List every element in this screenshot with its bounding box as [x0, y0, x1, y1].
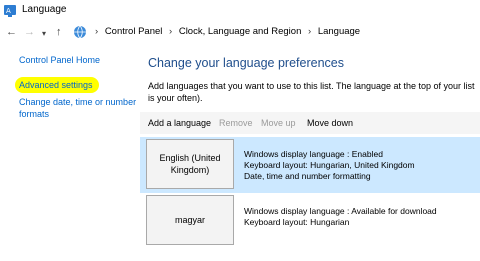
page-description: Add languages that you want to use to th… — [148, 81, 475, 103]
advanced-settings-link[interactable]: Advanced settings — [15, 77, 99, 93]
move-up-button[interactable]: Move up — [261, 117, 296, 129]
breadcrumb-clock-language-region[interactable]: Clock, Language and Region — [179, 26, 302, 37]
chevron-right-icon[interactable]: › — [95, 26, 98, 37]
language-button-magyar[interactable]: magyar — [146, 195, 234, 245]
display-language-status: Windows display language : Available for… — [244, 206, 437, 216]
language-button-english[interactable]: English (United Kingdom) — [146, 139, 234, 189]
language-location-icon — [74, 25, 86, 39]
sidebar: Control Panel Home Advanced settings Cha… — [0, 42, 140, 261]
up-arrow-icon[interactable]: ↑ — [56, 24, 62, 40]
language-row-english[interactable]: English (United Kingdom) Windows display… — [140, 137, 480, 193]
language-app-icon: A — [4, 5, 16, 17]
recent-locations-chevron-icon[interactable]: ▾ — [42, 26, 46, 42]
remove-button[interactable]: Remove — [219, 117, 253, 129]
breadcrumb-language[interactable]: Language — [318, 26, 360, 37]
breadcrumb-control-panel[interactable]: Control Panel — [105, 26, 163, 37]
chevron-right-icon[interactable]: › — [308, 26, 311, 37]
language-toolbar: Add a language Remove Move up Move down — [140, 112, 480, 134]
move-down-button[interactable]: Move down — [307, 117, 353, 129]
language-name: magyar — [174, 215, 205, 225]
add-language-button[interactable]: Add a language — [148, 117, 211, 129]
control-panel-home-link[interactable]: Control Panel Home — [19, 54, 100, 66]
language-details: Windows display language : Available for… — [244, 206, 437, 228]
forward-arrow-icon[interactable]: → — [24, 24, 35, 40]
main-content: Change your language preferences Add lan… — [140, 42, 480, 261]
language-details: Windows display language : Enabled Keybo… — [244, 149, 415, 182]
page-title: Change your language preferences — [148, 56, 344, 70]
title-bar: A Language — [0, 0, 480, 22]
keyboard-layout: Keyboard layout: Hungarian — [244, 217, 350, 227]
formatting-info: Date, time and number formatting — [244, 171, 371, 181]
address-bar: ← → ▾ ↑ › Control Panel › Clock, Languag… — [0, 22, 480, 42]
language-row-magyar[interactable]: magyar Windows display language : Availa… — [140, 193, 480, 249]
display-language-status: Windows display language : Enabled — [244, 149, 383, 159]
breadcrumb: › Control Panel › Clock, Language and Re… — [91, 25, 360, 39]
back-arrow-icon[interactable]: ← — [6, 24, 17, 40]
language-name: English (United Kingdom) — [159, 153, 221, 175]
change-date-time-formats-link[interactable]: Change date, time or number formats — [19, 96, 139, 120]
keyboard-layout: Keyboard layout: Hungarian, United Kingd… — [244, 160, 415, 170]
chevron-right-icon[interactable]: › — [169, 26, 172, 37]
svg-text:A: A — [6, 7, 11, 15]
window-title: Language — [22, 4, 67, 15]
